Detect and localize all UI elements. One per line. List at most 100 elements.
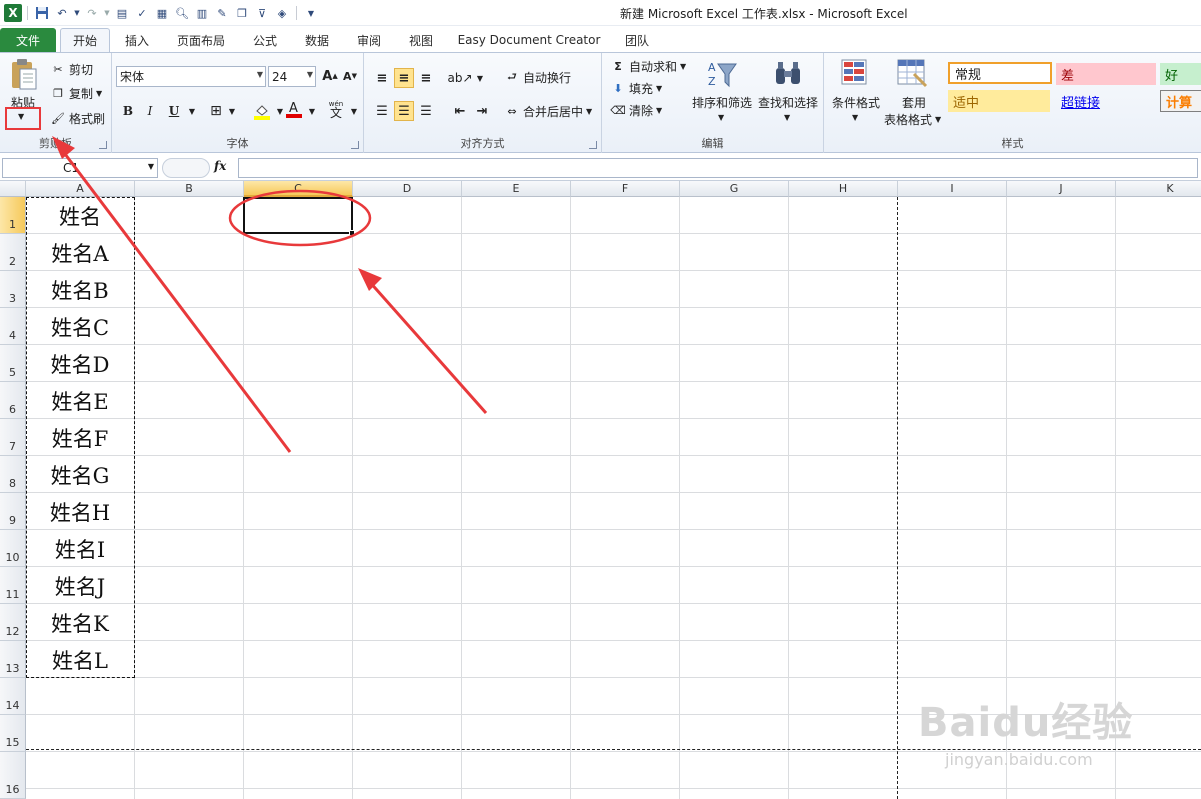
style-qat-icon[interactable]: ◈ xyxy=(273,4,291,22)
clear-button[interactable]: ⌫ 清除 ▼ xyxy=(610,102,662,119)
tab-view[interactable]: 视图 xyxy=(398,28,444,52)
row-header-1[interactable]: 1 xyxy=(0,197,26,234)
tab-home[interactable]: 开始 xyxy=(60,28,110,52)
column-header-k[interactable]: K xyxy=(1116,181,1201,197)
sort-filter-icon[interactable]: AZ xyxy=(706,58,738,90)
redo-icon[interactable]: ↷ xyxy=(83,4,101,22)
column-header-c[interactable]: C xyxy=(244,181,353,197)
find-select-button[interactable]: 查找和选择 xyxy=(758,94,818,111)
format-painter-button[interactable]: 🖌︎ 格式刷 xyxy=(50,110,105,127)
fill-handle[interactable] xyxy=(349,230,355,236)
alignment-launcher-icon[interactable] xyxy=(589,141,597,149)
row-header-11[interactable]: 11 xyxy=(0,567,26,604)
borders-dropdown-icon[interactable]: ▼ xyxy=(222,101,242,121)
row-header-14[interactable]: 14 xyxy=(0,678,26,715)
find-select-dropdown-icon[interactable]: ▼ xyxy=(784,113,790,122)
row-header-7[interactable]: 7 xyxy=(0,419,26,456)
tab-file[interactable]: 文件 xyxy=(0,28,56,52)
align-left-icon[interactable]: ☰ xyxy=(372,101,392,121)
active-cell-c1[interactable] xyxy=(243,197,353,234)
row-header-3[interactable]: 3 xyxy=(0,271,26,308)
undo-dropdown-icon[interactable]: ▼ xyxy=(73,4,81,22)
style-neutral[interactable]: 适中 xyxy=(948,90,1050,112)
paste-dropdown-icon[interactable]: ▼ xyxy=(18,112,24,121)
row-header-9[interactable]: 9 xyxy=(0,493,26,530)
column-header-a[interactable]: A xyxy=(26,181,135,197)
fill-dropdown-icon[interactable]: ▼ xyxy=(656,84,662,93)
phonetic-dropdown-icon[interactable]: ▼ xyxy=(344,101,364,121)
name-box-dropdown-icon[interactable]: ▼ xyxy=(148,162,154,171)
align-middle-icon[interactable]: ≡ xyxy=(394,68,414,88)
paste-button[interactable]: 粘贴 xyxy=(11,94,35,111)
conditional-formatting-dropdown-icon[interactable]: ▼ xyxy=(852,113,858,122)
underline-dropdown-icon[interactable]: ▼ xyxy=(182,101,202,121)
tab-easy-document-creator[interactable]: Easy Document Creator xyxy=(452,28,606,52)
format-as-table-label-1[interactable]: 套用 xyxy=(902,94,926,111)
customize-qat-icon[interactable]: ▼ xyxy=(302,4,320,22)
formula-bar-expander[interactable] xyxy=(162,158,210,178)
paste-icon[interactable] xyxy=(8,57,40,90)
clipboard-launcher-icon[interactable] xyxy=(99,141,107,149)
font-name-dropdown-icon[interactable]: ▼ xyxy=(257,70,263,79)
fill-button[interactable]: ⬇ 填充 ▼ xyxy=(610,80,662,97)
autosum-dropdown-icon[interactable]: ▼ xyxy=(680,62,686,71)
decrease-font-icon[interactable]: A ▼ xyxy=(340,66,360,86)
style-hyperlink[interactable]: 超链接 xyxy=(1056,90,1156,112)
align-right-icon[interactable]: ☰ xyxy=(416,101,436,121)
name-box[interactable]: C1 ▼ xyxy=(2,158,158,178)
font-name-combo[interactable]: 宋体 ▼ xyxy=(116,66,266,87)
merge-center-button[interactable]: ⇔ 合并后居中 ▼ xyxy=(504,103,592,120)
font-size-dropdown-icon[interactable]: ▼ xyxy=(307,70,313,79)
fill-color-icon[interactable] xyxy=(252,101,272,121)
row-header-2[interactable]: 2 xyxy=(0,234,26,271)
copy-button[interactable]: ❐ 复制 ▼ xyxy=(50,85,102,102)
row-header-8[interactable]: 8 xyxy=(0,456,26,493)
formula-input[interactable] xyxy=(238,158,1198,178)
tab-review[interactable]: 审阅 xyxy=(346,28,392,52)
row-header-15[interactable]: 15 xyxy=(0,715,26,752)
format-painter-qat-icon[interactable]: ✎ xyxy=(213,4,231,22)
undo-icon[interactable]: ↶ xyxy=(53,4,71,22)
increase-indent-icon[interactable]: ⇥ xyxy=(472,101,492,121)
tab-formulas[interactable]: 公式 xyxy=(242,28,288,52)
style-good[interactable]: 好 xyxy=(1160,63,1201,85)
cut-button[interactable]: ✂ 剪切 xyxy=(50,61,93,78)
row-header-16[interactable]: 16 xyxy=(0,752,26,799)
row-header-13[interactable]: 13 xyxy=(0,641,26,678)
column-header-f[interactable]: F xyxy=(571,181,680,197)
font-size-combo[interactable]: 24 ▼ xyxy=(268,66,316,87)
copy-qat-icon[interactable]: ❐ xyxy=(233,4,251,22)
column-header-d[interactable]: D xyxy=(353,181,462,197)
conditional-formatting-icon[interactable] xyxy=(840,58,872,90)
clear-dropdown-icon[interactable]: ▼ xyxy=(656,106,662,115)
phonetic-icon[interactable]: wén 文 xyxy=(326,99,346,119)
column-header-i[interactable]: I xyxy=(898,181,1007,197)
orientation-dropdown-icon[interactable]: ▼ xyxy=(470,68,490,88)
table-icon[interactable]: ▥ xyxy=(193,4,211,22)
sort-filter-dropdown-icon[interactable]: ▼ xyxy=(718,113,724,122)
select-all-corner[interactable] xyxy=(0,181,26,197)
spelling-icon[interactable]: ✓ xyxy=(133,4,151,22)
print-preview-icon[interactable]: 🔍︎ xyxy=(173,4,191,22)
sort-filter-button[interactable]: 排序和筛选 xyxy=(692,94,752,111)
underline-icon[interactable]: U xyxy=(164,101,184,121)
bold-icon[interactable]: B xyxy=(118,101,138,121)
decrease-indent-icon[interactable]: ⇤ xyxy=(450,101,470,121)
font-color-dropdown-icon[interactable]: ▼ xyxy=(302,101,322,121)
align-top-icon[interactable]: ≡ xyxy=(372,68,392,88)
binoculars-icon[interactable] xyxy=(772,58,804,90)
format-as-table-button[interactable]: 表格格式 ▼ xyxy=(884,111,941,128)
redo-dropdown-icon[interactable]: ▼ xyxy=(103,4,111,22)
style-calculation[interactable]: 计算 xyxy=(1160,90,1201,112)
format-as-table-dropdown-icon[interactable]: ▼ xyxy=(935,115,941,124)
tab-team[interactable]: 团队 xyxy=(614,28,660,52)
orientation-icon[interactable]: ab↗ xyxy=(447,68,472,88)
format-as-table-icon[interactable] xyxy=(896,58,928,90)
excel-logo-icon[interactable]: X xyxy=(4,4,22,22)
column-header-e[interactable]: E xyxy=(462,181,571,197)
row-header-10[interactable]: 10 xyxy=(0,530,26,567)
tab-page-layout[interactable]: 页面布局 xyxy=(168,28,234,52)
italic-icon[interactable]: I xyxy=(140,101,160,121)
column-header-g[interactable]: G xyxy=(680,181,789,197)
style-normal[interactable]: 常规 xyxy=(948,62,1052,84)
